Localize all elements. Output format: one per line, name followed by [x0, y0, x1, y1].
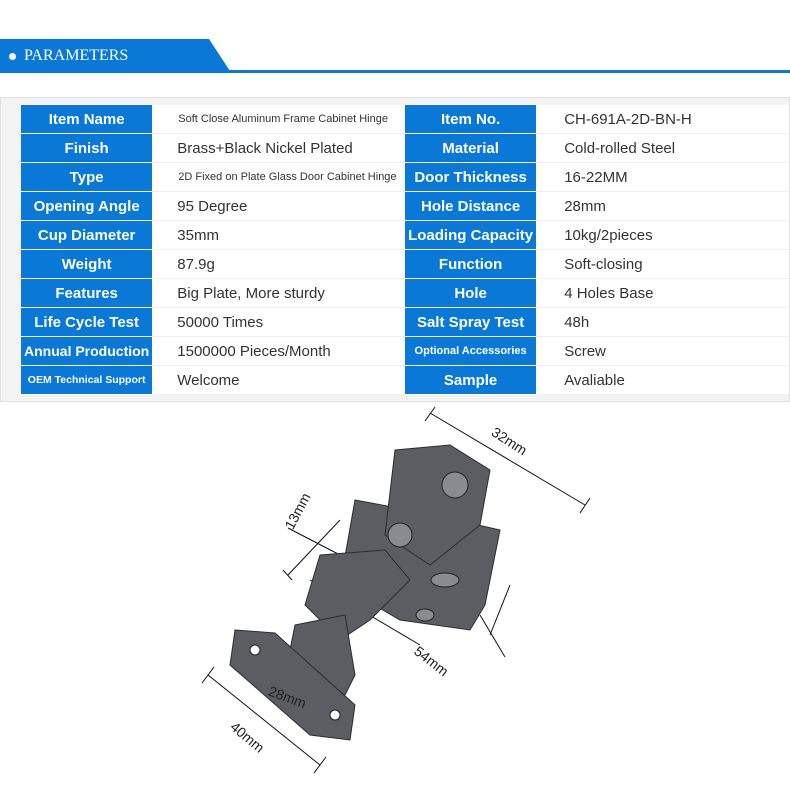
param-label: Type	[21, 162, 153, 192]
param-label: Loading Capacity	[404, 220, 537, 250]
param-value: 10kg/2pieces	[536, 220, 789, 250]
table-row: Features Big Plate, More sturdy Hole 4 Hole…	[21, 278, 789, 308]
param-value: 28mm	[536, 191, 789, 221]
param-value: Avaliable	[536, 365, 789, 395]
param-value: 48h	[536, 307, 789, 337]
param-value: Brass+Black Nickel Plated	[152, 133, 405, 163]
param-value: 35mm	[152, 220, 405, 250]
param-label: Sample	[404, 365, 537, 395]
param-value: 50000 Times	[152, 307, 405, 337]
param-value: 95 Degree	[152, 191, 405, 221]
param-value: Welcome	[152, 365, 405, 395]
param-value: 2D Fixed on Plate Glass Door Cabinet Hin…	[152, 162, 405, 192]
param-label: Salt Spray Test	[404, 307, 537, 337]
table-row: Life Cycle Test 50000 Times Salt Spray Tes…	[21, 307, 789, 337]
param-value: Screw	[536, 336, 789, 366]
bullet-icon	[9, 53, 16, 60]
parameters-table-container: Item Name Soft Close Aluminum Frame Cabin…	[0, 97, 790, 402]
section-title: PARAMETERS	[24, 47, 129, 64]
param-label: Door Thickness	[404, 162, 537, 192]
param-value: 1500000 Pieces/Month	[152, 336, 405, 366]
param-label: Features	[21, 278, 153, 308]
header-divider	[0, 70, 790, 73]
param-label: Material	[404, 133, 537, 163]
table-row: Finish Brass+Black Nickel Plated Material C…	[21, 133, 789, 163]
param-value: Cold-rolled Steel	[536, 133, 789, 163]
param-label: Item No.	[404, 105, 537, 134]
param-label: Finish	[21, 133, 153, 163]
param-label: OEM Technical Support	[21, 365, 153, 395]
param-label: Hole Distance	[404, 191, 537, 221]
param-label: Hole	[404, 278, 537, 308]
table-row: OEM Technical Support Welcome Sample Avalia…	[21, 365, 789, 395]
param-value: Big Plate, More sturdy	[152, 278, 405, 308]
param-label: Cup Diameter	[21, 220, 153, 250]
table-row: Weight 87.9g Function Soft-closing	[21, 249, 789, 279]
section-header: PARAMETERS	[0, 39, 790, 73]
param-label: Weight	[21, 249, 153, 279]
param-value: Soft Close Aluminum Frame Cabinet Hinge	[152, 105, 405, 134]
param-label: Function	[404, 249, 537, 279]
param-value: 4 Holes Base	[536, 278, 789, 308]
table-row: Type 2D Fixed on Plate Glass Door Cabinet…	[21, 162, 789, 192]
param-value: 87.9g	[152, 249, 405, 279]
parameters-table: Item Name Soft Close Aluminum Frame Cabin…	[21, 105, 789, 395]
param-label: Life Cycle Test	[21, 307, 153, 337]
param-value: 16-22MM	[536, 162, 789, 192]
table-row: Item Name Soft Close Aluminum Frame Cabin…	[21, 105, 789, 134]
table-row: Cup Diameter 35mm Loading Capacity 10kg/2pi…	[21, 220, 789, 250]
param-label: Opening Angle	[21, 191, 153, 221]
param-label: Optional Accessories	[404, 336, 537, 366]
param-value: CH-691A-2D-BN-H	[536, 105, 789, 134]
param-label: Annual Production	[21, 336, 153, 366]
hinge-product-image: 32mm 13mm 54mm 28mm 40mm	[180, 405, 620, 800]
table-row: Opening Angle 95 Degree Hole Distance 28mm	[21, 191, 789, 221]
table-row: Annual Production 1500000 Pieces/Month Opt…	[21, 336, 789, 366]
param-value: Soft-closing	[536, 249, 789, 279]
param-label: Item Name	[21, 105, 153, 134]
